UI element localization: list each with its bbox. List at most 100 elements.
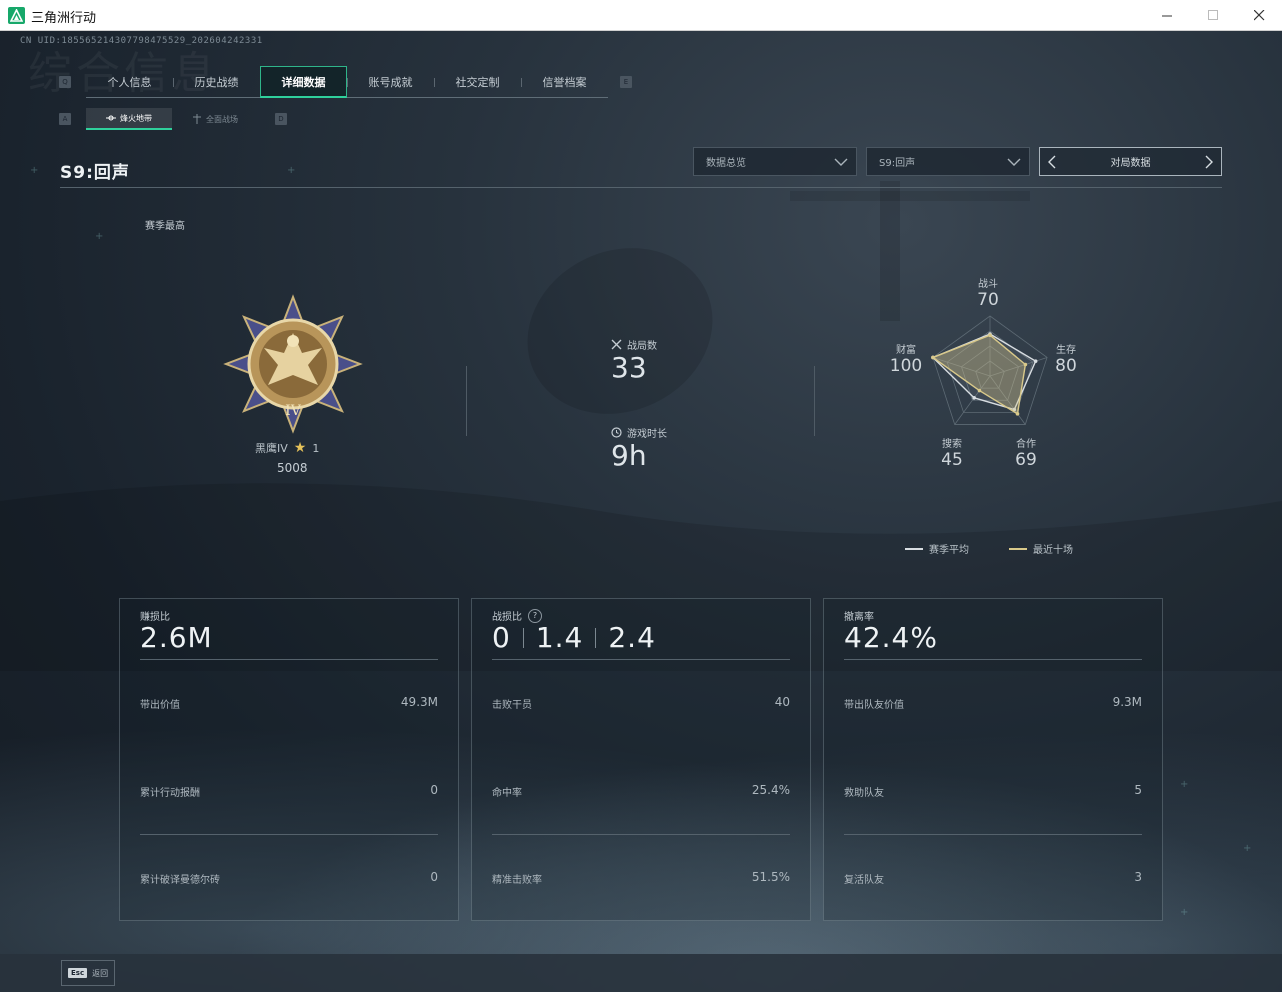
playtime-label: 游戏时长 <box>627 429 667 440</box>
radar-axis-label: 合作 <box>1016 439 1036 450</box>
stat-row-value: 5 <box>1134 783 1142 797</box>
stat-row-label: 击败干员 <box>492 700 532 711</box>
legend-swatch <box>1009 547 1027 550</box>
stat-row-value: 0 <box>430 870 438 884</box>
playtime-label-row: 游戏时长 <box>611 425 667 440</box>
legend-label: 赛季平均 <box>929 545 969 556</box>
radar-axis-value: 69 <box>1015 450 1037 470</box>
matches-label-row: 战局数 <box>611 337 657 352</box>
tab-social-custom[interactable]: 社交定制 <box>434 66 521 98</box>
stat-row-label: 累计破译曼德尔砖 <box>140 875 220 886</box>
rank-stars: 1 <box>312 441 320 455</box>
tab-next-key[interactable]: E <box>620 76 632 88</box>
playtime-value: 9h <box>611 439 647 472</box>
radar-point <box>1015 412 1020 416</box>
matches-label: 战局数 <box>627 341 657 352</box>
stat-row-value: 3 <box>1134 870 1142 884</box>
deco-crosshair: + <box>1243 843 1252 854</box>
stat-row-value: 49.3M <box>400 695 438 709</box>
chevron-left-icon[interactable] <box>1044 154 1060 170</box>
radar-axis-value: 80 <box>1055 356 1077 376</box>
tab-personal-info[interactable]: 个人信息 <box>86 66 173 98</box>
sub-tab-bar: 烽火地带 全面战场 <box>86 108 258 130</box>
matches-value: 33 <box>611 351 647 384</box>
bottom-bar: Esc 返回 <box>0 954 1282 992</box>
subtab-label: 烽火地带 <box>120 113 152 123</box>
subtab-prev-key[interactable]: A <box>59 113 71 125</box>
game-viewport: 综合信息 + + + + + + CN UID:1855652143077984… <box>0 31 1282 992</box>
card-divider <box>140 834 438 835</box>
top-tab-bar: 个人信息 历史战绩 详细数据 账号成就 社交定制 信誉档案 <box>86 66 608 98</box>
radar-point <box>972 396 976 400</box>
tab-detailed-data[interactable]: 详细数据 <box>260 66 347 98</box>
season-best-label: 赛季最高 <box>145 221 185 232</box>
stat-row-label: 带出价值 <box>140 700 180 711</box>
radar-axis-value: 100 <box>889 356 923 376</box>
stat-row-value: 51.5% <box>751 870 790 884</box>
card-divider <box>844 834 1142 835</box>
rank-name-row: 黑鹰IV ★ 1 <box>255 440 319 456</box>
radar-axis-label: 生存 <box>1056 345 1076 356</box>
tab-prev-key[interactable]: Q <box>59 76 71 88</box>
chevron-down-icon <box>1007 158 1021 166</box>
app-logo-icon <box>8 7 25 24</box>
profit-loss-card: 赚损比 2.6M 带出价值 49.3M 累计行动报酬 0 累计破译曼德尔砖 0 <box>119 598 459 921</box>
battlefield-icon <box>193 114 201 124</box>
tab-achievements[interactable]: 账号成就 <box>347 66 434 98</box>
stat-row-label: 带出队友价值 <box>844 700 904 711</box>
radar-axis-label: 财富 <box>896 345 916 356</box>
chevron-down-icon <box>834 158 848 166</box>
overview-dropdown[interactable]: 数据总览 <box>693 147 857 176</box>
card-main-value: 42.4% <box>844 621 938 654</box>
maximize-button[interactable] <box>1190 0 1236 31</box>
radar-point <box>988 333 992 337</box>
stat-row-label: 复活队友 <box>844 875 884 886</box>
kill-death-card: 战损比 ? 0 1.4 2.4 击败干员 40 命中率 25.4% 精准击败率 … <box>471 598 811 921</box>
kd-ratio-value: 1.4 <box>535 621 584 654</box>
chevron-right-icon[interactable] <box>1201 154 1217 170</box>
window-titlebar: 三角洲行动 <box>0 0 1282 31</box>
kd-ratio-value: 2.4 <box>608 621 656 654</box>
legend-season-avg: 赛季平均 <box>905 541 969 556</box>
deco-crosshair: + <box>1180 779 1189 790</box>
extraction-rate-card: 撤离率 42.4% 带出队友价值 9.3M 救助队友 5 复活队友 3 <box>823 598 1163 921</box>
legend-swatch <box>905 547 923 550</box>
close-button[interactable] <box>1236 0 1282 31</box>
back-label: 返回 <box>92 968 109 978</box>
subtab-hazard-ops[interactable]: 烽火地带 <box>86 108 172 130</box>
subtab-next-key[interactable]: D <box>275 113 287 125</box>
card-divider <box>492 659 790 660</box>
kd-ratio-values: 0 1.4 2.4 <box>492 621 656 654</box>
header-divider <box>60 187 1222 188</box>
subtab-full-battlefield[interactable]: 全面战场 <box>172 108 258 130</box>
back-button[interactable]: Esc 返回 <box>61 960 115 986</box>
tab-credit-record[interactable]: 信誉档案 <box>521 66 608 98</box>
stat-row-label: 救助队友 <box>844 788 884 799</box>
deco-crosshair: + <box>95 231 104 242</box>
minimize-icon <box>1161 15 1172 17</box>
ratio-separator <box>522 627 524 648</box>
tab-match-history[interactable]: 历史战绩 <box>173 66 260 98</box>
flame-zone-icon <box>106 115 116 121</box>
ratio-separator <box>595 627 597 648</box>
star-icon: ★ <box>293 440 307 456</box>
player-uid: CN UID:18556521430779847552​9_2026042423… <box>20 36 263 46</box>
radar-axis-label: 搜索 <box>942 439 962 450</box>
season-dropdown[interactable]: S9:回声 <box>866 147 1030 176</box>
subtab-label: 全面战场 <box>206 114 238 124</box>
kd-ratio-value: 0 <box>492 621 511 654</box>
clock-icon <box>611 427 622 438</box>
match-data-pager: 对局数据 <box>1039 147 1222 176</box>
close-icon <box>1253 10 1264 21</box>
deco-crosshair: + <box>287 165 296 176</box>
legend-recent-ten: 最近十场 <box>1009 541 1073 556</box>
dropdown-value: 数据总览 <box>706 158 746 169</box>
radar-axis-value: 70 <box>977 290 999 310</box>
window-title: 三角洲行动 <box>31 11 97 26</box>
stat-row-value: 40 <box>774 695 790 709</box>
card-divider <box>140 659 438 660</box>
minimize-button[interactable] <box>1144 0 1190 31</box>
stat-row-label: 累计行动报酬 <box>140 788 200 799</box>
deco-crosshair: + <box>1180 907 1189 918</box>
radar-point <box>977 388 982 393</box>
